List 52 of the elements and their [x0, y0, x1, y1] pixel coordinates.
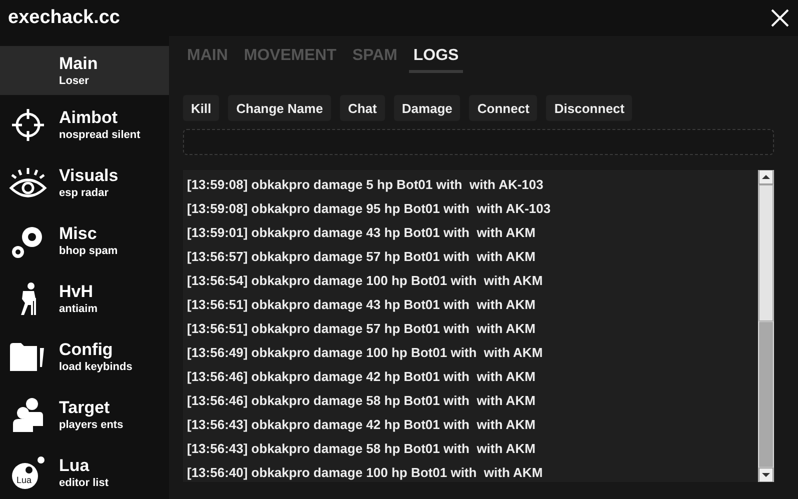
scrollbar[interactable] [758, 170, 774, 482]
item-subtitle: nospread silent [59, 128, 140, 142]
item-subtitle: players ents [59, 418, 124, 432]
input-field[interactable] [183, 129, 774, 155]
item-title: Misc [59, 224, 98, 244]
item-title: Target [59, 398, 111, 418]
item-subtitle: esp radar [59, 186, 110, 200]
close-icon[interactable] [770, 8, 790, 28]
log-line: [13:56:54] obkakpro damage 100 hp Bot01 with with AKM [187, 272, 544, 290]
crosshair-icon [10, 107, 46, 143]
log-line: [13:56:49] obkakpro damage 100 hp Bot01 with with AKM [187, 344, 544, 362]
people-icon [13, 398, 43, 432]
sidebar-item[interactable]: HvH antiaim [0, 270, 169, 328]
folder-icon [10, 343, 46, 371]
filter-button[interactable]: Disconnect [546, 95, 632, 121]
log-line: [13:56:43] obkakpro damage 58 hp Bot01 with with AKM [187, 440, 536, 458]
item-title: Lua [59, 456, 90, 476]
item-subtitle: editor list [59, 476, 109, 490]
log-line: [13:56:51] obkakpro damage 57 hp Bot01 with with AKM [187, 320, 536, 338]
item-subtitle: antiaim [59, 302, 98, 316]
tab[interactable]: LOGS [409, 42, 463, 73]
log-line: [13:56:46] obkakpro damage 58 hp Bot01 with with AKM [187, 392, 536, 410]
log-line: [13:56:43] obkakpro damage 42 hp Bot01 with with AKM [187, 416, 536, 434]
item-subtitle: Loser [59, 74, 90, 88]
log-line: [13:56:57] obkakpro damage 57 hp Bot01 with with AKM [187, 248, 536, 266]
sidebar-item[interactable]: Aimbot nospread silent [0, 96, 169, 154]
sidebar-item[interactable]: Lua Lua editor list [0, 444, 169, 499]
item-title: Visuals [59, 166, 118, 186]
log-line: [13:59:08] obkakpro damage 5 hp Bot01 with with AK-103 [187, 176, 544, 194]
eye-icon [9, 166, 47, 200]
sidebar-item[interactable]: Main Loser [0, 46, 169, 95]
log-line: [13:59:01] obkakpro damage 43 hp Bot01 with with AKM [187, 224, 536, 242]
item-title: Aimbot [59, 108, 119, 128]
item-subtitle: load keybinds [59, 360, 132, 374]
item-title: Config [59, 340, 114, 360]
sidebar-item[interactable]: Misc bhop spam [0, 212, 169, 270]
filter-button[interactable]: Chat [340, 95, 385, 121]
item-title: Main [59, 54, 98, 74]
log-line: [13:56:51] obkakpro damage 43 hp Bot01 with with AKM [187, 296, 536, 314]
log-line: [13:56:46] obkakpro damage 42 hp Bot01 with with AKM [187, 368, 536, 386]
sidebar-item[interactable]: Target players ents [0, 386, 169, 444]
filter-button[interactable]: Change Name [228, 95, 331, 121]
item-subtitle: bhop spam [59, 244, 118, 258]
sidebar-item[interactable]: Visuals esp radar [0, 154, 169, 212]
window-title: exechack.cc [8, 7, 120, 29]
filter-button[interactable]: Damage [394, 95, 460, 121]
log-line: [13:56:40] obkakpro damage 100 hp Bot01 with with AKM [187, 464, 544, 482]
item-title: HvH [59, 282, 94, 302]
sidebar-item[interactable]: Config load keybinds [0, 328, 169, 386]
filter-button[interactable]: Kill [183, 95, 220, 121]
filter-button[interactable]: Connect [469, 95, 538, 121]
log-line: [13:59:08] obkakpro damage 95 hp Bot01 with with AK-103 [187, 200, 552, 218]
